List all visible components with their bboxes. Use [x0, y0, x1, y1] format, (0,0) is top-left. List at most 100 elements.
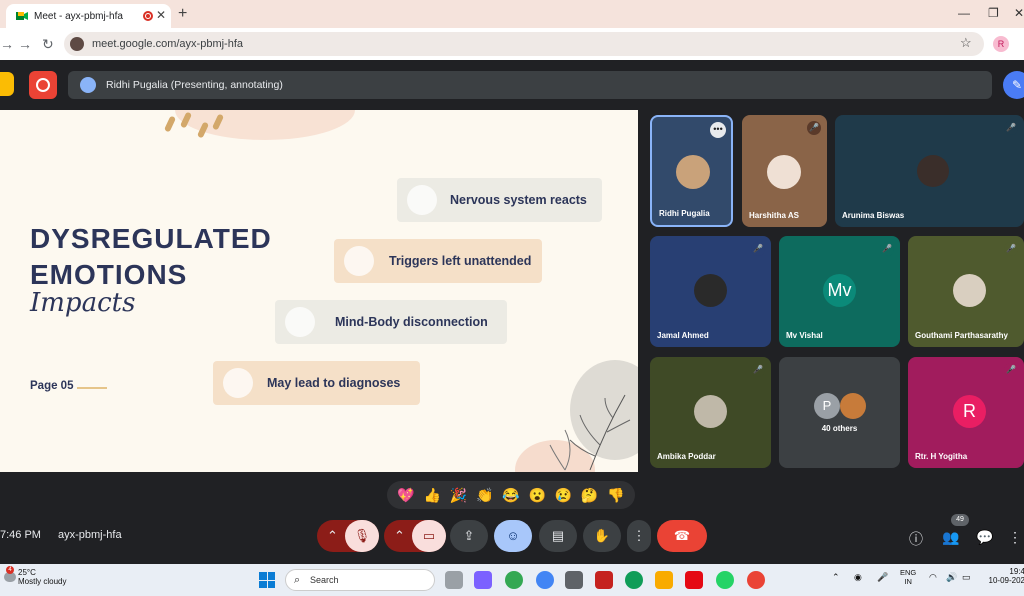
activities-icon[interactable]: ⋮⋮	[1008, 529, 1024, 546]
taskbar-search[interactable]: ⌕ Search	[285, 569, 435, 591]
more-options-button[interactable]: ⋮	[627, 520, 651, 552]
shared-slide: DYSREGULATED EMOTIONS Impacts Page 05 Ne…	[0, 110, 638, 472]
people-icon[interactable]: 👥	[942, 529, 959, 546]
reactions-bar: 💖 👍 🎉 👏 😂 😮 😢 🤔 👎	[387, 481, 635, 509]
slide-point: Mind-Body disconnection	[275, 300, 507, 344]
store-icon[interactable]	[565, 571, 583, 589]
close-window-button[interactable]: ✕	[1014, 6, 1024, 20]
recording-indicator-icon	[143, 11, 153, 21]
chevron-up-icon[interactable]: ⌃	[327, 528, 338, 543]
point-bullet	[223, 368, 253, 398]
slide-point: May lead to diagnoses	[213, 361, 420, 405]
maximize-button[interactable]: ❐	[988, 6, 999, 20]
participant-tile[interactable]: 🎤 Ambika Poddar	[650, 357, 771, 468]
end-call-icon: ☎	[673, 528, 691, 543]
thumbs-down-reaction-icon[interactable]: 👎	[607, 487, 624, 504]
profile-avatar[interactable]: R	[993, 36, 1009, 52]
captions-icon: ▤	[551, 528, 565, 543]
back-arrow-icon[interactable]: →	[0, 36, 14, 52]
chrome-active-icon[interactable]	[747, 571, 765, 589]
browser-tab-meet[interactable]: Meet - ayx-pbmj-hfa ✕	[6, 4, 171, 28]
others-tile[interactable]: P 40 others	[779, 357, 900, 468]
thinking-reaction-icon[interactable]: 🤔	[581, 487, 598, 504]
raise-hand-button[interactable]: ✋	[583, 520, 621, 552]
wifi-icon[interactable]: ◠	[929, 572, 937, 583]
clap-reaction-icon[interactable]: 👏	[476, 487, 493, 504]
forward-arrow-icon[interactable]: →	[18, 36, 32, 52]
chat-icon[interactable]: 💬	[976, 529, 993, 546]
participant-tile[interactable]: R 🎤 Rtr. H Yogitha	[908, 357, 1024, 468]
tray-mic-icon[interactable]: 🎤	[877, 572, 888, 583]
reload-icon[interactable]: ↻	[42, 36, 54, 53]
slide-subtitle: Impacts	[30, 288, 136, 318]
participant-tile[interactable]: 🎤 Gouthami Parthasarathy	[908, 236, 1024, 347]
annotate-pen-icon[interactable]: ✎	[1003, 71, 1024, 99]
point-bullet	[285, 307, 315, 337]
lang-region: IN	[904, 577, 912, 586]
windows-start-icon[interactable]	[259, 572, 275, 588]
present-screen-button[interactable]: ⇪	[450, 520, 488, 552]
meeting-info-icon[interactable]: ⓘ	[909, 529, 923, 549]
emoji-icon: ☺	[506, 528, 520, 543]
edge-icon[interactable]	[625, 571, 643, 589]
surprised-reaction-icon[interactable]: 😮	[528, 487, 545, 504]
others-count-label: 40 others	[821, 424, 858, 433]
new-tab-button[interactable]: +	[178, 5, 187, 23]
search-icon: ⌕	[294, 574, 301, 586]
input-language[interactable]: ENG IN	[900, 568, 916, 586]
laugh-reaction-icon[interactable]: 😂	[502, 487, 519, 504]
slide-page-number: Page 05	[30, 380, 74, 392]
more-options-icon[interactable]: •••	[710, 122, 726, 138]
url-text: meet.google.com/ayx-pbmj-hfa	[92, 38, 244, 50]
recording-button[interactable]	[29, 71, 57, 99]
mic-toggle-button[interactable]: 🎙	[345, 520, 379, 552]
chevron-up-icon[interactable]: ⌃	[394, 528, 405, 543]
copilot-icon[interactable]	[474, 571, 492, 589]
minimize-button[interactable]: —	[958, 6, 970, 20]
tray-chevron-up-icon[interactable]: ⌃	[832, 572, 840, 583]
battery-icon[interactable]: ▭	[962, 572, 971, 583]
participant-tile[interactable]: ••• Ridhi Pugalia	[650, 115, 733, 227]
presenter-label: Ridhi Pugalia (Presenting, annotating)	[106, 79, 283, 91]
decor-dash	[163, 115, 177, 133]
participant-name: Ridhi Pugalia	[659, 209, 710, 218]
chrome-alt-icon[interactable]	[536, 571, 554, 589]
search-placeholder: Search	[310, 575, 339, 585]
leave-call-button[interactable]: ☎	[657, 520, 707, 552]
netflix-icon[interactable]	[685, 571, 703, 589]
participant-tile[interactable]: Mv 🎤 Mv Vishal	[779, 236, 900, 347]
participant-tile[interactable]: 🎤 Arunima Biswas	[835, 115, 1024, 227]
participant-tile[interactable]: 🎤 Harshitha AS	[742, 115, 827, 227]
chrome-icon[interactable]	[505, 571, 523, 589]
whatsapp-icon[interactable]	[716, 571, 734, 589]
participant-tile[interactable]: 🎤 Jamal Ahmed	[650, 236, 771, 347]
tab-close-icon[interactable]: ✕	[156, 8, 166, 22]
present-screen-icon: ⇪	[463, 528, 475, 543]
mic-off-icon: 🎤	[751, 363, 765, 377]
meeting-code: ayx-pbmj-hfa	[58, 529, 122, 541]
participant-initials-avatar: R	[953, 395, 986, 428]
mcafee-icon[interactable]	[595, 571, 613, 589]
reactions-button[interactable]: ☺	[494, 520, 532, 552]
browser-tab-strip: Meet - ayx-pbmj-hfa ✕ + — ❐ ✕	[0, 0, 1024, 28]
mic-off-icon: 🎤	[880, 242, 894, 256]
tray-meet-icon[interactable]: ◉	[854, 572, 862, 583]
heart-reaction-icon[interactable]: 💖	[397, 487, 414, 504]
captions-button[interactable]: ▤	[539, 520, 577, 552]
leaf-illustration	[549, 394, 631, 471]
presenter-avatar	[80, 77, 96, 93]
camera-toggle-button[interactable]: ▭	[412, 520, 446, 552]
bookmark-star-icon[interactable]: ☆	[960, 35, 972, 51]
file-explorer-icon[interactable]	[655, 571, 673, 589]
more-vert-icon: ⋮	[632, 528, 646, 543]
thumbs-up-reaction-icon[interactable]: 👍	[424, 487, 441, 504]
task-view-icon[interactable]	[445, 571, 463, 589]
site-info-icon[interactable]	[70, 37, 84, 51]
lang-code: ENG	[900, 568, 917, 577]
volume-icon[interactable]: 🔊	[946, 572, 957, 583]
address-bar[interactable]: meet.google.com/ayx-pbmj-hfa	[64, 32, 984, 56]
sad-reaction-icon[interactable]: 😢	[555, 487, 572, 504]
present-icon[interactable]	[0, 72, 14, 96]
system-clock[interactable]: 19:4 10-09-202	[985, 567, 1024, 585]
party-reaction-icon[interactable]: 🎉	[450, 487, 467, 504]
